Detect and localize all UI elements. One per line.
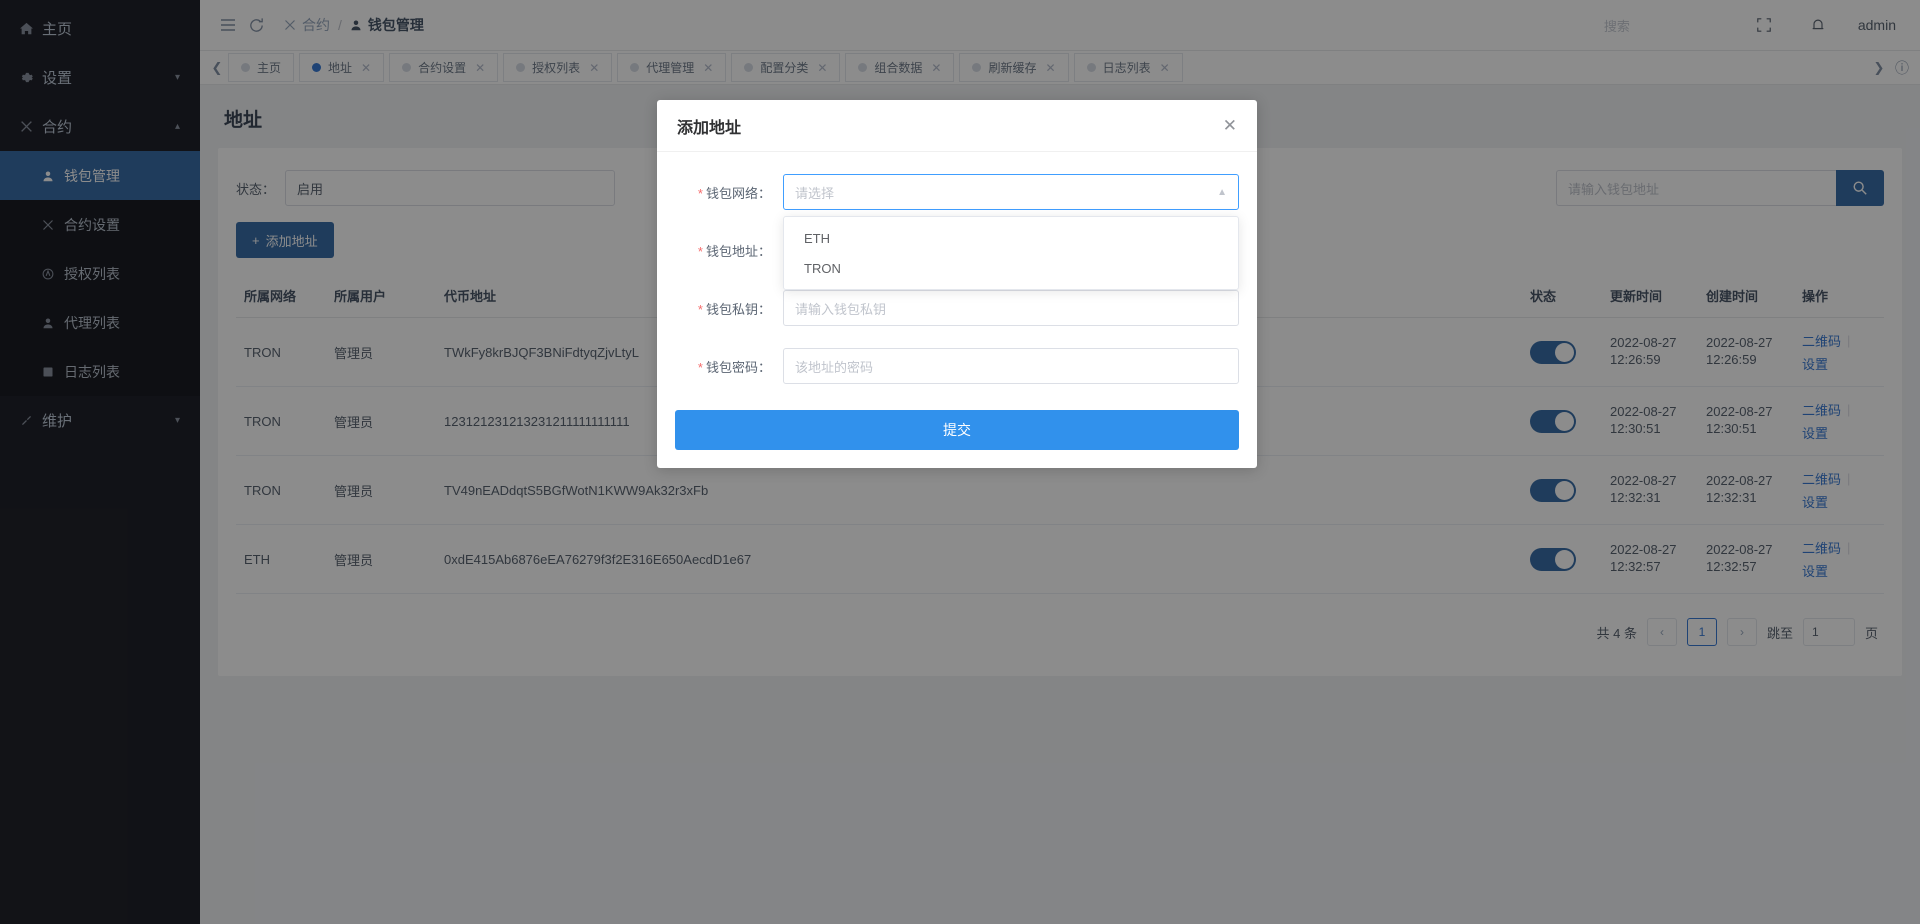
- required-marker: *: [698, 186, 703, 201]
- select-placeholder: 请选择: [795, 183, 834, 202]
- dialog-header: 添加地址 ✕: [657, 100, 1257, 152]
- required-marker: *: [698, 302, 703, 317]
- chevron-up-icon: ▲: [1217, 187, 1227, 198]
- field-label: *钱包地址：: [675, 241, 783, 260]
- wallet-network-dropdown: ETH TRON: [783, 216, 1239, 290]
- field-label-text: 钱包网络：: [706, 186, 771, 201]
- field-label: *钱包网络：: [675, 183, 783, 202]
- submit-button[interactable]: 提交: [675, 410, 1239, 450]
- field-wallet-network: *钱包网络： 请选择 ▲ ETH TRON: [675, 174, 1239, 210]
- app-root: 主页 设置 ▾ 合约 ▴: [0, 0, 1920, 924]
- add-address-dialog: 添加地址 ✕ *钱包网络： 请选择 ▲ ETH TRON: [657, 100, 1257, 468]
- field-label-text: 钱包地址：: [706, 244, 771, 259]
- field-wallet-password: *钱包密码： 该地址的密码: [675, 348, 1239, 384]
- field-label: *钱包密码：: [675, 357, 783, 376]
- dialog-body: *钱包网络： 请选择 ▲ ETH TRON *钱包地址：: [657, 152, 1257, 468]
- field-control: 请输入钱包私钥: [783, 290, 1239, 326]
- close-icon[interactable]: ✕: [1223, 117, 1237, 134]
- wallet-password-input[interactable]: 该地址的密码: [783, 348, 1239, 384]
- wallet-network-select[interactable]: 请选择 ▲: [783, 174, 1239, 210]
- dialog-title: 添加地址: [677, 114, 741, 138]
- dropdown-option-eth[interactable]: ETH: [784, 223, 1238, 253]
- field-label-text: 钱包密码：: [706, 360, 771, 375]
- field-control: 请选择 ▲ ETH TRON: [783, 174, 1239, 210]
- dropdown-option-tron[interactable]: TRON: [784, 253, 1238, 283]
- field-wallet-private-key: *钱包私钥： 请输入钱包私钥: [675, 290, 1239, 326]
- required-marker: *: [698, 360, 703, 375]
- field-label: *钱包私钥：: [675, 299, 783, 318]
- required-marker: *: [698, 244, 703, 259]
- field-control: 该地址的密码: [783, 348, 1239, 384]
- field-label-text: 钱包私钥：: [706, 302, 771, 317]
- wallet-private-key-input[interactable]: 请输入钱包私钥: [783, 290, 1239, 326]
